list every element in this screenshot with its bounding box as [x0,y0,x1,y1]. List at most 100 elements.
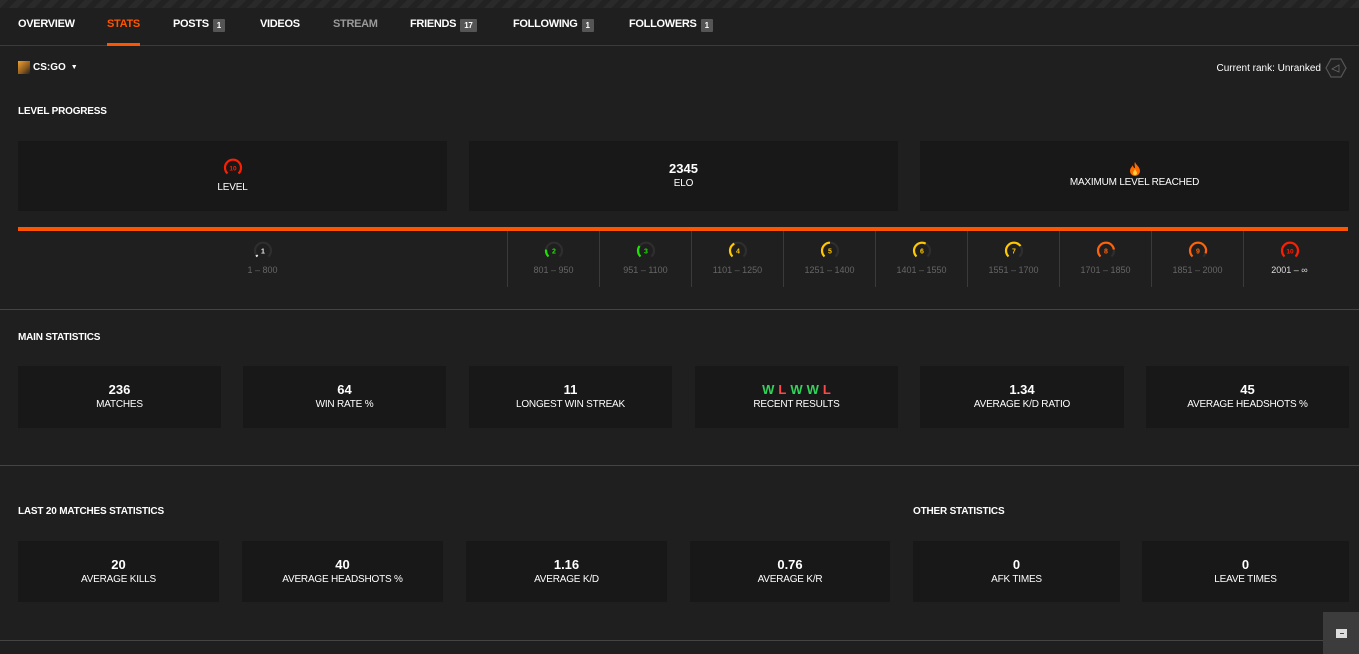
level-range-8: 8 1701 – 1850 [1059,231,1151,287]
top-banner-strip [0,0,1359,8]
unranked-hexagon-icon [1325,58,1347,78]
level-range-label: 1251 – 1400 [804,265,855,275]
matches-card: 236 MATCHES [18,366,221,428]
leave-times-card: 0 LEAVE TIMES [1142,541,1349,602]
svg-text:6: 6 [920,249,924,256]
avg-kr-card: 0.76 AVERAGE K/R [690,541,890,602]
level-6-gauge-icon: 6 [912,241,931,258]
csgo-icon [18,61,30,74]
tab-friends[interactable]: FRIENDS 17 [410,18,477,46]
svg-text:1: 1 [261,249,265,256]
result-loss: L [778,382,787,397]
svg-text:10: 10 [229,165,237,172]
tab-followers[interactable]: FOLLOWERS 1 [629,18,713,46]
level-range-3: 3 951 – 1100 [599,231,691,287]
result-win: W [762,382,775,397]
stat-value: 11 [563,382,578,397]
svg-text:9: 9 [1196,249,1200,256]
tab-label: FOLLOWING [513,18,578,30]
afk-times-card: 0 AFK TIMES [913,541,1120,602]
caret-down-icon: ▼ [70,64,78,71]
tab-stats[interactable]: STATS [107,18,140,46]
tab-label: FOLLOWERS [629,18,697,30]
level-10-gauge-icon: 10 [223,158,242,174]
result-win: W [790,382,803,397]
level-range-label: 1401 – 1550 [896,265,947,275]
headshots-card: 45 AVERAGE HEADSHOTS % [1146,366,1349,428]
posts-count-badge: 1 [212,19,225,32]
svg-text:8: 8 [1104,249,1108,256]
tab-label: POSTS [173,18,209,30]
level-progress-title: LEVEL PROGRESS [18,106,107,117]
stat-value: 0 [1241,556,1250,572]
main-statistics-title: MAIN STATISTICS [18,332,101,343]
stat-label: AVERAGE K/R [757,573,823,585]
level-1-gauge-icon: 1 [253,241,272,258]
stat-value: 45 [1240,382,1255,397]
game-selector[interactable]: CS:GO ▼ [18,61,78,74]
tab-overview[interactable]: OVERVIEW [18,18,75,46]
stat-value: 64 [337,382,352,397]
level-range-6: 6 1401 – 1550 [875,231,967,287]
stat-value: 1.16 [553,556,580,572]
stat-label: AVERAGE HEADSHOTS % [282,573,403,585]
svg-text:3: 3 [644,249,648,256]
chat-icon [1335,628,1347,638]
max-level-label: MAXIMUM LEVEL REACHED [1069,177,1200,188]
fire-icon [1129,162,1140,176]
level-4-gauge-icon: 4 [728,241,747,258]
avg-kd-card: 1.16 AVERAGE K/D [466,541,667,602]
kd-ratio-card: 1.34 AVERAGE K/D RATIO [920,366,1124,428]
level-range-label: 1101 – 1250 [712,265,763,275]
svg-text:7: 7 [1012,249,1016,256]
elo-label: ELO [673,178,694,189]
level-range-1: 1 1 – 800 [18,231,507,287]
avg-kills-card: 20 AVERAGE KILLS [18,541,219,602]
svg-text:5: 5 [828,249,832,256]
longest-win-streak-card: 11 LONGEST WIN STREAK [469,366,672,428]
result-win: W [806,382,819,397]
other-statistics-title: OTHER STATISTICS [913,506,1005,517]
level-5-gauge-icon: 5 [820,241,839,258]
stat-label: WIN RATE % [315,399,374,410]
stat-label: AVERAGE HEADSHOTS % [1187,399,1308,410]
friends-count-badge: 17 [460,19,477,32]
elo-card: 2345 ELO [469,141,898,211]
win-rate-card: 64 WIN RATE % [243,366,446,428]
max-level-card: MAXIMUM LEVEL REACHED [920,141,1349,211]
level-range-label: 951 – 1100 [623,265,668,275]
tab-stream[interactable]: STREAM [333,18,378,46]
level-range-label: 801 – 950 [533,265,574,275]
level-card: 10 LEVEL [18,141,447,211]
chat-button[interactable] [1323,612,1359,654]
tab-posts[interactable]: POSTS 1 [173,18,225,46]
tab-label: OVERVIEW [18,18,75,30]
level-range-10: 10 2001 – ∞ [1243,231,1335,287]
tab-label: VIDEOS [260,18,300,30]
stat-label: MATCHES [96,399,143,410]
tab-label: STREAM [333,18,378,30]
result-loss: L [822,382,831,397]
svg-text:4: 4 [736,249,740,256]
section-divider [0,640,1323,641]
tab-following[interactable]: FOLLOWING 1 [513,18,594,46]
current-rank: Current rank: Unranked [1217,57,1348,79]
level-range-2: 2 801 – 950 [507,231,599,287]
level-range-4: 4 1101 – 1250 [691,231,783,287]
stat-value: 236 [108,382,131,397]
stat-label: LONGEST WIN STREAK [515,399,625,410]
level-range-7: 7 1551 – 1700 [967,231,1059,287]
recent-results-card: WLWWL RECENT RESULTS [695,366,898,428]
stat-value: 40 [335,556,350,572]
section-divider [0,309,1359,310]
level-range-label: 1701 – 1850 [1080,265,1131,275]
stat-label: LEAVE TIMES [1214,573,1277,585]
level-range-5: 5 1251 – 1400 [783,231,875,287]
stat-label: AVERAGE K/D [534,573,599,585]
svg-text:10: 10 [1286,249,1294,256]
svg-text:2: 2 [552,249,556,256]
stat-label: AVERAGE K/D RATIO [973,399,1071,410]
tab-videos[interactable]: VIDEOS [260,18,300,46]
recent-results-value: WLWWL [762,382,831,398]
tab-label: FRIENDS [410,18,457,30]
